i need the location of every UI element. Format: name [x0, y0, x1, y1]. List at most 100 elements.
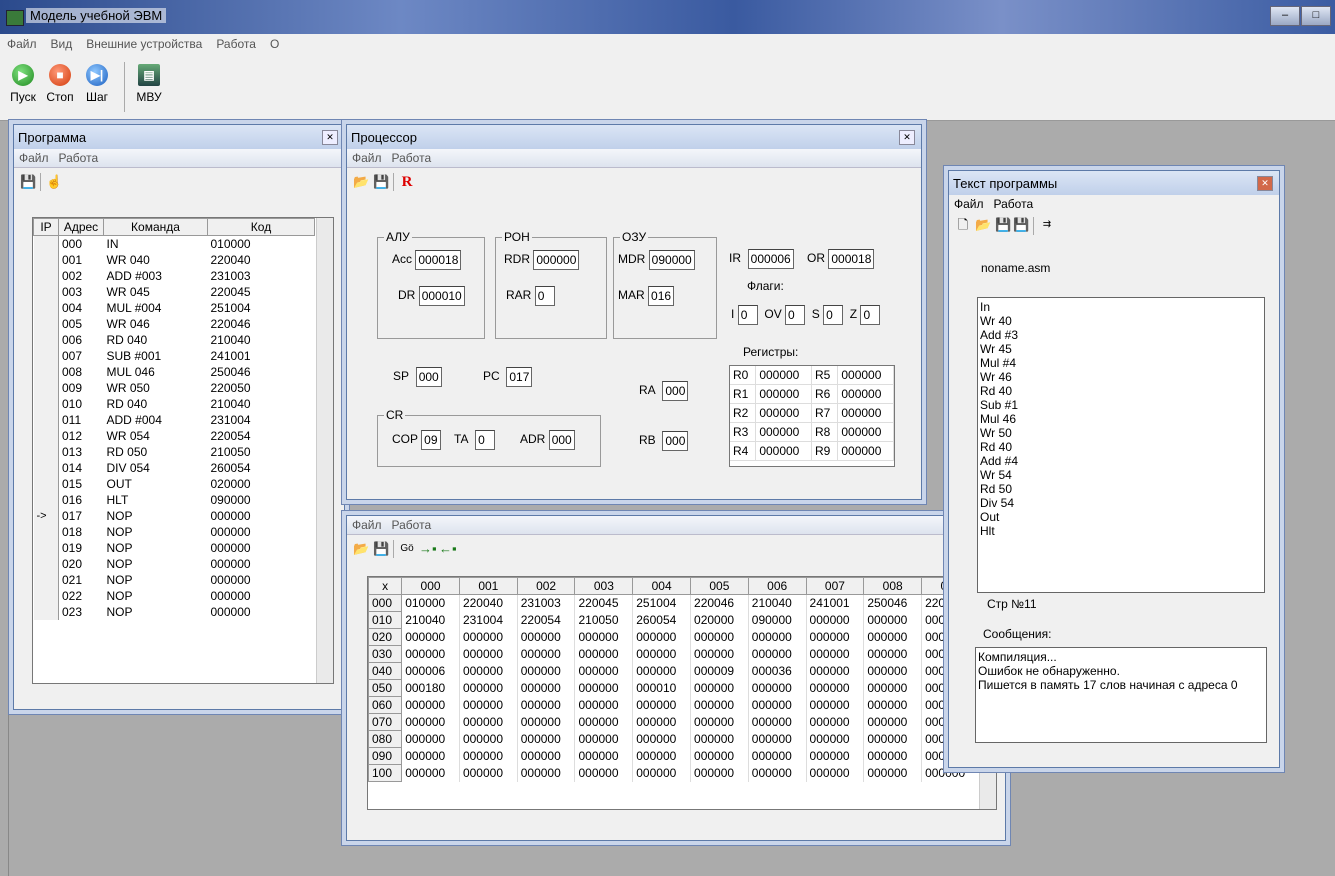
- table-row[interactable]: 007 SUB #001 241001: [33, 348, 315, 364]
- flag-ov-field[interactable]: 0: [785, 305, 806, 325]
- memory-cell[interactable]: 000000: [748, 747, 807, 765]
- memory-cell[interactable]: 000000: [401, 713, 460, 731]
- memory-cell[interactable]: 000000: [459, 730, 518, 748]
- memory-cell[interactable]: 000000: [517, 645, 576, 663]
- flag-i-field[interactable]: 0: [737, 305, 758, 325]
- memory-cell[interactable]: 000000: [459, 713, 518, 731]
- memory-cell[interactable]: 000000: [517, 696, 576, 714]
- table-row[interactable]: 013 RD 050 210050: [33, 444, 315, 460]
- reset-icon[interactable]: R: [399, 174, 415, 190]
- memory-cell[interactable]: 000000: [748, 730, 807, 748]
- ir-field[interactable]: 000006: [747, 249, 794, 269]
- memory-cell[interactable]: 000000: [574, 679, 634, 697]
- memory-cell[interactable]: 000000: [401, 747, 460, 765]
- memory-cell[interactable]: 000000: [863, 747, 923, 765]
- memory-cell[interactable]: 000000: [863, 628, 923, 646]
- memory-cell[interactable]: 090000: [748, 611, 807, 629]
- memory-cell[interactable]: 231004: [459, 611, 518, 629]
- menu-work[interactable]: Работа: [209, 37, 263, 51]
- program-menu-work[interactable]: Работа: [54, 151, 104, 165]
- flag-s-field[interactable]: 0: [823, 305, 844, 325]
- memory-cell[interactable]: 000000: [690, 628, 749, 646]
- memory-cell[interactable]: 210050: [574, 611, 634, 629]
- table-row[interactable]: 006 RD 040 210040: [33, 332, 315, 348]
- memory-cell[interactable]: 000000: [863, 662, 923, 680]
- memory-cell[interactable]: 210040: [401, 611, 460, 629]
- memory-cell[interactable]: 241001: [806, 594, 865, 612]
- menu-external-devices[interactable]: Внешние устройства: [79, 37, 209, 51]
- memory-cell[interactable]: 000000: [748, 628, 807, 646]
- memory-cell[interactable]: 000000: [690, 747, 749, 765]
- table-row[interactable]: 008 MUL 046 250046: [33, 364, 315, 380]
- table-row[interactable]: 002 ADD #003 231003: [33, 268, 315, 284]
- table-row[interactable]: 003 WR 045 220045: [33, 284, 315, 300]
- memory-cell[interactable]: 000000: [401, 645, 460, 663]
- open-folder-icon[interactable]: 📂: [353, 541, 369, 557]
- memory-cell[interactable]: 000000: [574, 764, 634, 782]
- memory-cell[interactable]: 000000: [806, 645, 865, 663]
- memory-cell[interactable]: 000006: [401, 662, 460, 680]
- memory-cell[interactable]: 000000: [748, 679, 807, 697]
- memory-cell[interactable]: 250046: [863, 594, 923, 612]
- memory-cell[interactable]: 000000: [574, 713, 634, 731]
- memory-cell[interactable]: 010000: [401, 594, 460, 612]
- memory-cell[interactable]: 000000: [632, 730, 692, 748]
- memory-cell[interactable]: 000000: [401, 730, 460, 748]
- memory-cell[interactable]: 020000: [690, 611, 749, 629]
- table-row[interactable]: 016 HLT 090000: [33, 492, 315, 508]
- register-row[interactable]: R1 000000 R6 000000: [730, 384, 894, 404]
- close-icon[interactable]: ✕: [899, 130, 915, 145]
- pc-field[interactable]: 017: [506, 367, 533, 387]
- stop-button[interactable]: ■ Стоп: [42, 64, 78, 104]
- maximize-button[interactable]: □: [1301, 6, 1331, 26]
- adr-field[interactable]: 000: [548, 430, 575, 450]
- hand-icon[interactable]: ☝: [46, 174, 62, 190]
- memory-cell[interactable]: 000000: [517, 730, 576, 748]
- memory-cell[interactable]: 000000: [806, 662, 865, 680]
- source-editor[interactable]: In Wr 40 Add #3 Wr 45 Mul #4 Wr 46 Rd 40…: [977, 297, 1265, 593]
- mvu-button[interactable]: ▤ МВУ: [132, 64, 166, 104]
- delete-row-icon[interactable]: ←▪: [439, 541, 457, 557]
- memory-cell[interactable]: 000000: [459, 747, 518, 765]
- rb-field[interactable]: 000: [662, 431, 689, 451]
- memory-cell[interactable]: 210040: [748, 594, 807, 612]
- memory-menu-work[interactable]: Работа: [387, 518, 437, 532]
- memory-cell[interactable]: 000000: [632, 628, 692, 646]
- memory-cell[interactable]: 220045: [574, 594, 634, 612]
- table-row[interactable]: 014 DIV 054 260054: [33, 460, 315, 476]
- close-icon[interactable]: ✕: [322, 130, 338, 145]
- table-row[interactable]: 010 RD 040 210040: [33, 396, 315, 412]
- register-row[interactable]: R3 000000 R8 000000: [730, 422, 894, 442]
- memory-cell[interactable]: 000000: [806, 628, 865, 646]
- register-row[interactable]: R0 000000 R5 000000: [730, 366, 894, 385]
- memory-cell[interactable]: 220054: [517, 611, 576, 629]
- ta-field[interactable]: 0: [475, 430, 496, 450]
- table-row[interactable]: 005 WR 046 220046: [33, 316, 315, 332]
- memory-cell[interactable]: 000000: [574, 662, 634, 680]
- memory-cell[interactable]: 000000: [690, 730, 749, 748]
- memory-cell[interactable]: 000180: [401, 679, 460, 697]
- memory-cell[interactable]: 000000: [459, 645, 518, 663]
- table-row[interactable]: 015 OUT 020000: [33, 476, 315, 492]
- table-row[interactable]: 021 NOP 000000: [33, 572, 315, 588]
- memory-cell[interactable]: 000000: [517, 747, 576, 765]
- insert-row-icon[interactable]: →▪: [419, 541, 437, 557]
- memory-cell[interactable]: 000000: [690, 645, 749, 663]
- memory-cell[interactable]: 000000: [517, 713, 576, 731]
- memory-cell[interactable]: 000000: [748, 696, 807, 714]
- rar-field[interactable]: 0: [534, 286, 555, 306]
- table-row[interactable]: 001 WR 040 220040: [33, 252, 315, 268]
- memory-cell[interactable]: 220046: [690, 594, 749, 612]
- memory-cell[interactable]: 000000: [632, 645, 692, 663]
- menu-about[interactable]: О: [263, 37, 286, 51]
- memory-cell[interactable]: 000000: [748, 645, 807, 663]
- memory-cell[interactable]: 000000: [748, 713, 807, 731]
- goto-icon[interactable]: Gö: [399, 541, 415, 557]
- memory-cell[interactable]: 231003: [517, 594, 576, 612]
- memory-cell[interactable]: 000010: [632, 679, 692, 697]
- save-icon[interactable]: 💾: [373, 541, 389, 557]
- memory-cell[interactable]: 260054: [632, 611, 692, 629]
- memory-cell[interactable]: 000009: [690, 662, 749, 680]
- save-icon[interactable]: 💾: [20, 174, 36, 190]
- start-button[interactable]: ▶ Пуск: [6, 64, 40, 104]
